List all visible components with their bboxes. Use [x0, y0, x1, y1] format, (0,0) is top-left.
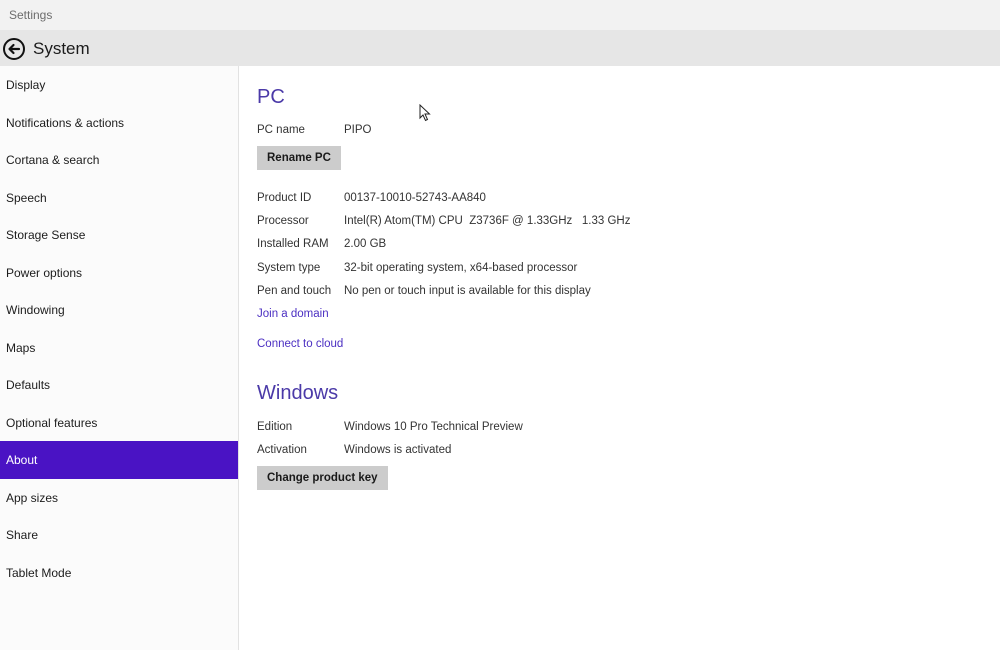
change-product-key-button[interactable]: Change product key [257, 466, 388, 490]
sidebar-item-cortana[interactable]: Cortana & search [0, 141, 238, 179]
pen-touch-value: No pen or touch input is available for t… [344, 285, 591, 297]
edition-value: Windows 10 Pro Technical Preview [344, 421, 523, 433]
page-title: System [33, 39, 90, 58]
installed-ram-value: 2.00 GB [344, 238, 387, 250]
about-content: PC PC name PIPO Rename PC Product ID 001… [239, 66, 1000, 650]
system-type-label: System type [257, 262, 321, 274]
pc-name-label: PC name [257, 124, 305, 136]
sidebar-item-maps[interactable]: Maps [0, 329, 238, 367]
sidebar-item-defaults[interactable]: Defaults [0, 366, 238, 404]
processor-label: Processor [257, 215, 309, 227]
sidebar-item-optional-features[interactable]: Optional features [0, 404, 238, 442]
product-id-label: Product ID [257, 192, 312, 204]
window-titlebar: Settings [0, 0, 1000, 30]
rename-pc-button[interactable]: Rename PC [257, 146, 341, 170]
sidebar-item-share[interactable]: Share [0, 516, 238, 554]
pc-section-heading: PC [257, 86, 285, 108]
installed-ram-label: Installed RAM [257, 238, 329, 250]
pen-touch-label: Pen and touch [257, 285, 332, 297]
sidebar-item-tablet-mode[interactable]: Tablet Mode [0, 554, 238, 592]
sidebar-item-storage-sense[interactable]: Storage Sense [0, 216, 238, 254]
back-arrow-circle-icon[interactable] [2, 37, 26, 61]
pc-name-value: PIPO [344, 124, 372, 136]
windows-section-heading: Windows [257, 382, 339, 404]
app-title: Settings [9, 8, 53, 22]
sidebar-item-about[interactable]: About [0, 441, 238, 479]
system-type-value: 32-bit operating system, x64-based proce… [344, 262, 578, 274]
join-domain-link[interactable]: Join a domain [257, 308, 329, 320]
connect-to-cloud-link[interactable]: Connect to cloud [257, 338, 343, 350]
header-bar [0, 30, 1000, 66]
sidebar-item-notifications[interactable]: Notifications & actions [0, 104, 238, 142]
activation-value: Windows is activated [344, 444, 452, 456]
sidebar-item-display[interactable]: Display [0, 66, 238, 104]
processor-value: Intel(R) Atom(TM) CPU Z3736F @ 1.33GHz 1… [344, 215, 631, 227]
sidebar-item-windowing[interactable]: Windowing [0, 291, 238, 329]
product-id-value: 00137-10010-52743-AA840 [344, 192, 486, 204]
sidebar-item-speech[interactable]: Speech [0, 179, 238, 217]
sidebar-item-app-sizes[interactable]: App sizes [0, 479, 238, 517]
edition-label: Edition [257, 421, 293, 433]
mouse-pointer-icon [419, 103, 431, 122]
sidebar-item-power-options[interactable]: Power options [0, 254, 238, 292]
activation-label: Activation [257, 444, 307, 456]
sidebar: Display Notifications & actions Cortana … [0, 66, 238, 650]
